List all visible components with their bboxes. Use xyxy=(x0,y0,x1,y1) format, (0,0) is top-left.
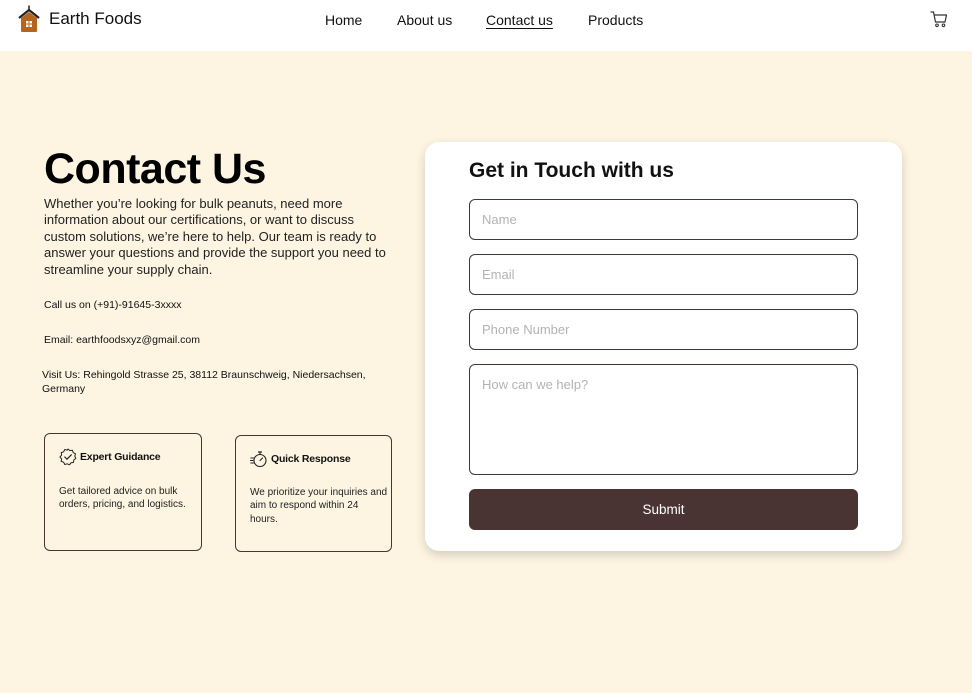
brand-logo[interactable]: Earth Foods xyxy=(18,3,142,35)
feature-card-quick-response: Quick Response We prioritize your inquir… xyxy=(235,435,392,552)
feature-text: Get tailored advice on bulk orders, pric… xyxy=(59,486,186,511)
email-info: Email: earthfoodsxyz@gmail.com xyxy=(44,334,200,346)
address-info: Visit Us: Rehingold Strasse 25, 38112 Br… xyxy=(42,369,366,395)
name-input[interactable] xyxy=(469,199,858,240)
phone-input[interactable] xyxy=(469,309,858,350)
navbar: Earth Foods Home About us Contact us Pro… xyxy=(0,0,972,51)
message-textarea[interactable] xyxy=(469,364,858,475)
feature-header: Quick Response xyxy=(250,450,351,468)
house-icon xyxy=(18,5,40,32)
feature-header: Expert Guidance xyxy=(59,448,161,466)
feature-text: We prioritize your inquiries and aim to … xyxy=(250,487,388,525)
nav-home[interactable]: Home xyxy=(325,12,362,28)
feature-title: Quick Response xyxy=(271,453,351,465)
intro-text: Whether you’re looking for bulk peanuts,… xyxy=(44,196,386,277)
badge-check-icon xyxy=(59,448,77,466)
feature-title: Expert Guidance xyxy=(80,451,161,463)
nav-products[interactable]: Products xyxy=(588,12,643,28)
stopwatch-icon xyxy=(250,451,267,468)
cart-icon[interactable] xyxy=(930,10,948,28)
nav-about-us[interactable]: About us xyxy=(397,12,452,28)
page-title: Contact Us xyxy=(44,145,266,193)
nav-contact-us[interactable]: Contact us xyxy=(486,12,553,28)
email-input[interactable] xyxy=(469,254,858,295)
form-title: Get in Touch with us xyxy=(469,159,674,182)
feature-card-expert-guidance: Expert Guidance Get tailored advice on b… xyxy=(44,433,202,551)
phone-info: Call us on (+91)-91645-3xxxx xyxy=(44,299,182,311)
brand-name: Earth Foods xyxy=(49,9,142,28)
contact-form: Get in Touch with us Submit xyxy=(425,142,902,551)
submit-button[interactable]: Submit xyxy=(469,489,858,530)
